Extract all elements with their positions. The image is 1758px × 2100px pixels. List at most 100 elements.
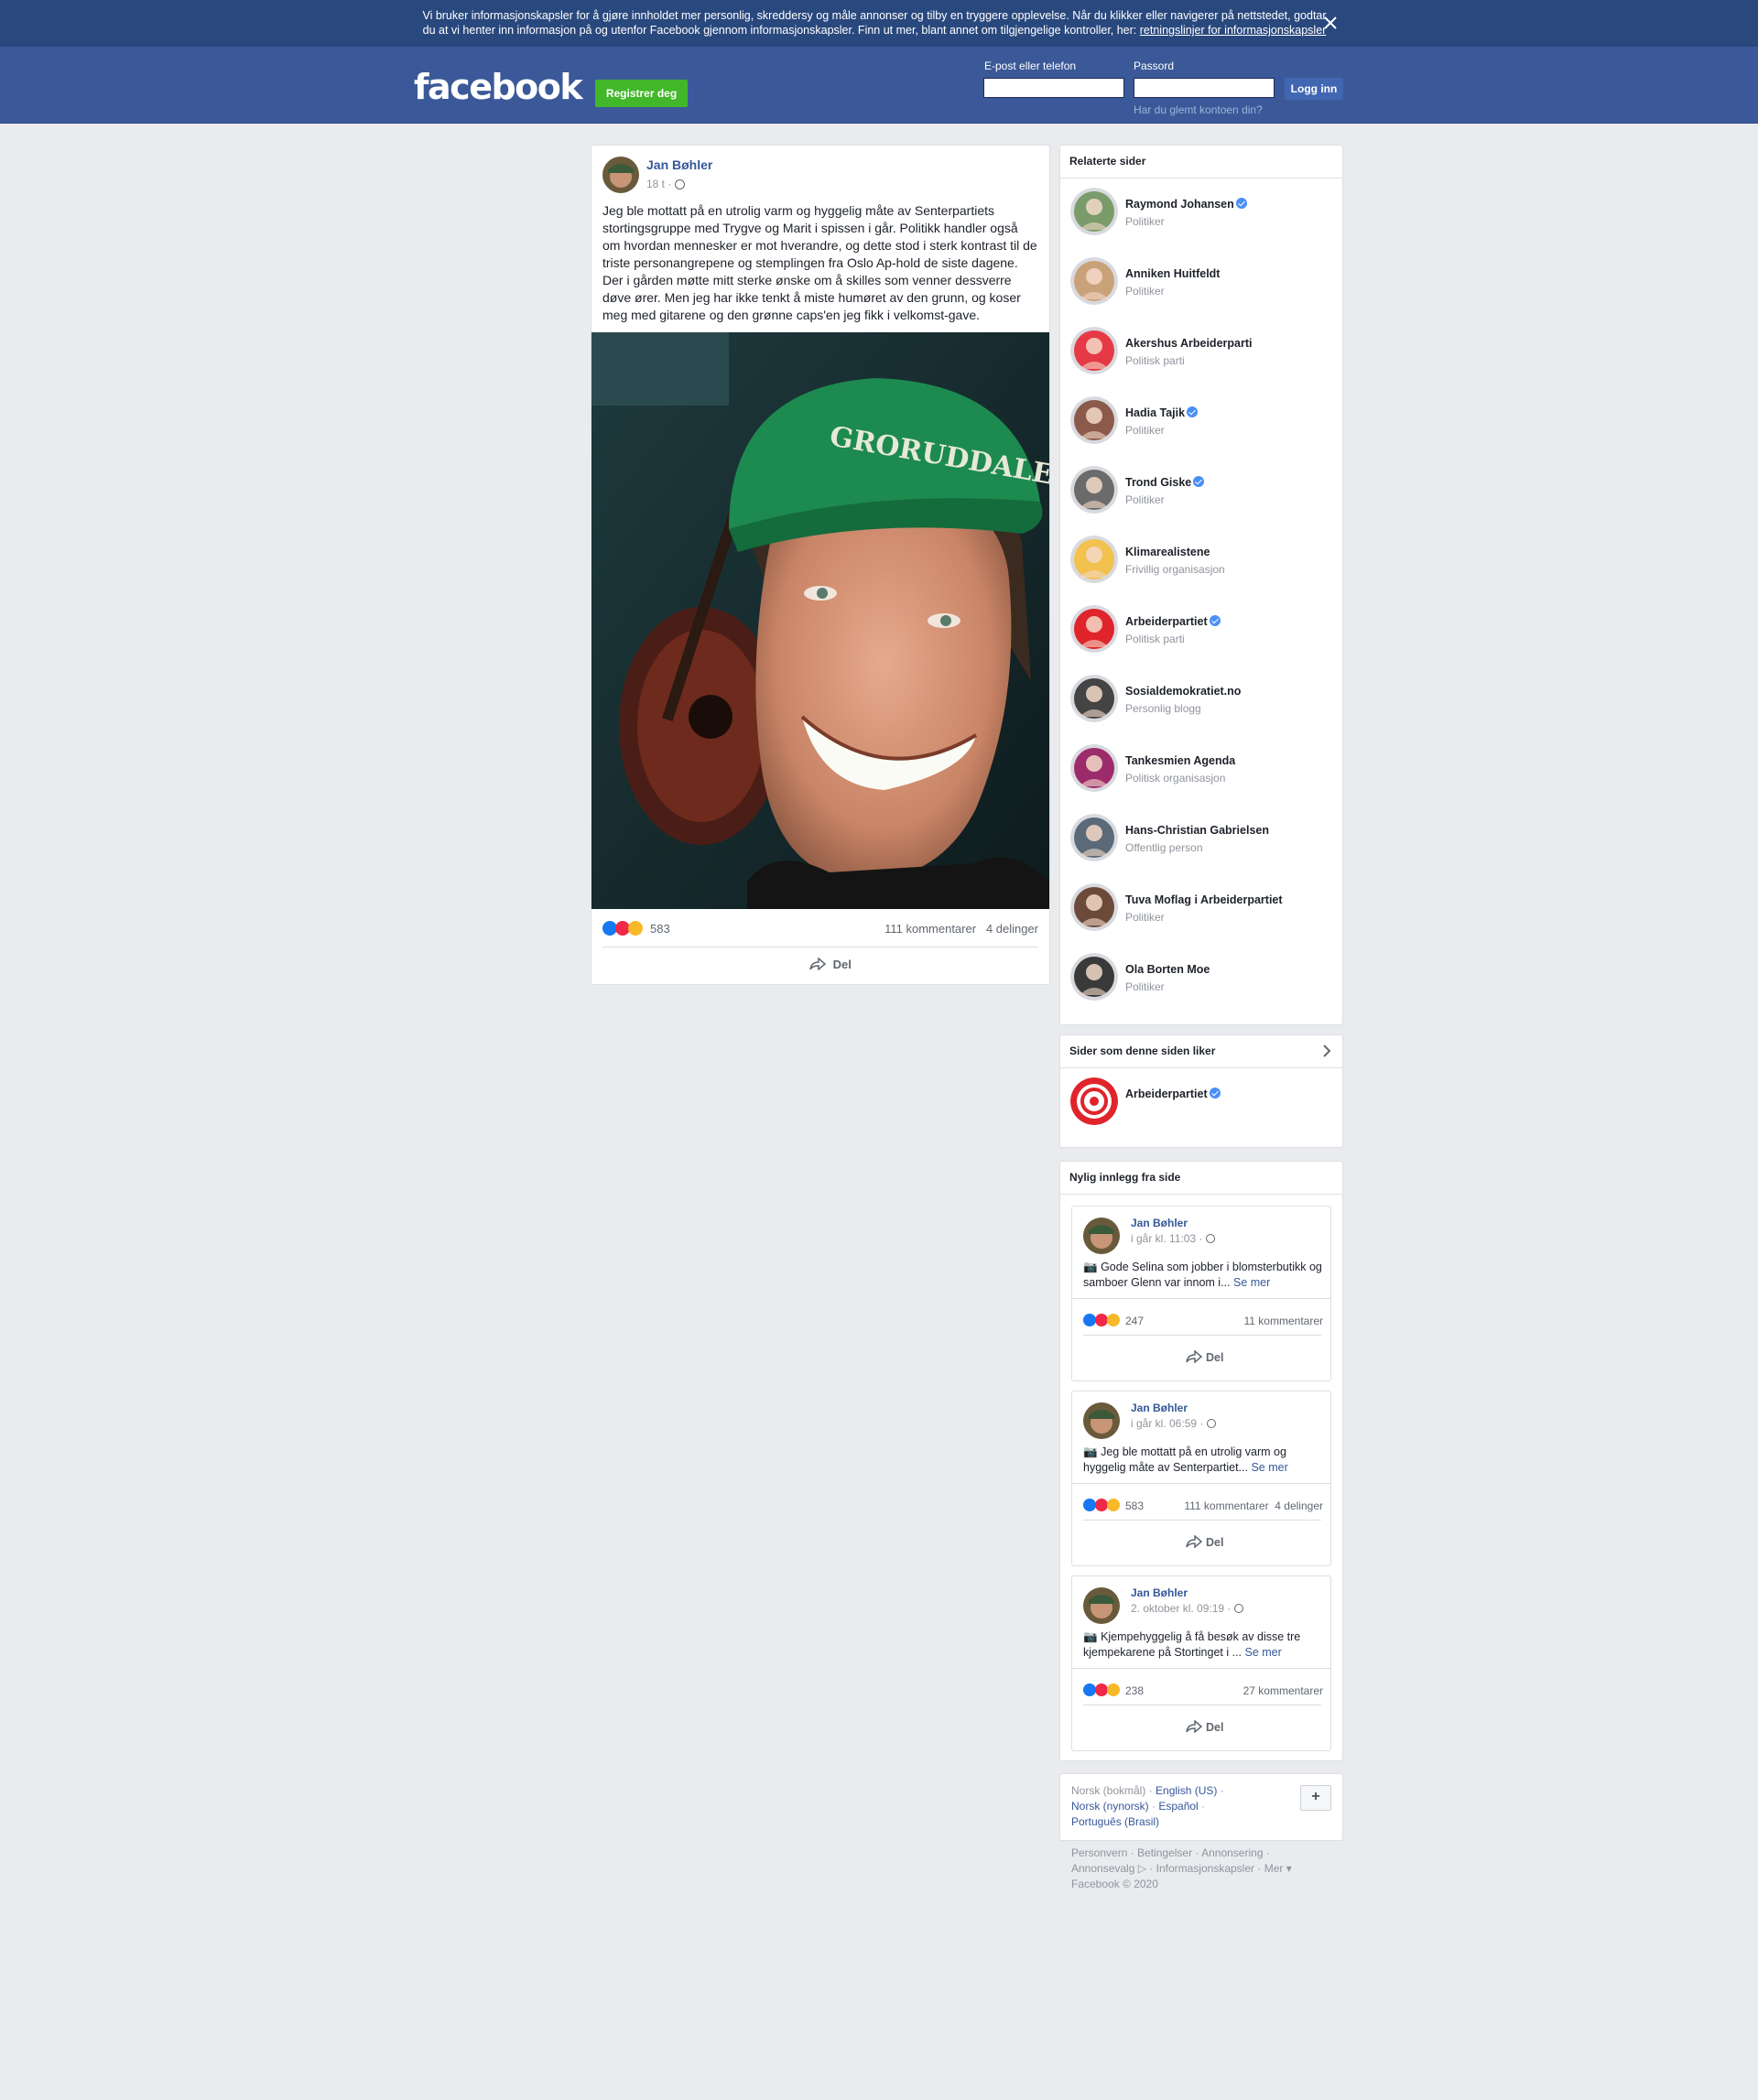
share-button[interactable]: Del — [1186, 1534, 1224, 1549]
reaction-count[interactable]: 238 — [1125, 1684, 1144, 1697]
chevron-right-icon[interactable] — [1322, 1045, 1331, 1062]
related-item[interactable]: Arbeiderpartiet Politisk parti — [1070, 605, 1336, 660]
related-item-name[interactable]: Klimarealistene — [1125, 546, 1210, 558]
comment-count[interactable]: 111 kommentarer — [1184, 1499, 1268, 1512]
related-item-name[interactable]: Hadia Tajik — [1125, 406, 1199, 419]
reaction-icons[interactable] — [1083, 1313, 1125, 1327]
login-button[interactable]: Logg inn — [1285, 78, 1343, 100]
comment-count[interactable]: 111 kommentarer — [884, 922, 976, 936]
recent-post-author[interactable]: Jan Bøhler — [1131, 1217, 1188, 1229]
related-item[interactable]: Hadia Tajik Politiker — [1070, 396, 1336, 451]
page-avatar[interactable] — [1070, 396, 1118, 444]
reaction-icons[interactable] — [1083, 1498, 1125, 1512]
related-item-name[interactable]: Tuva Moflag i Arbeiderpartiet — [1125, 893, 1283, 906]
author-avatar[interactable] — [602, 157, 639, 193]
reaction-count[interactable]: 247 — [1125, 1315, 1144, 1327]
see-more-link[interactable]: Se mer — [1233, 1276, 1270, 1289]
related-item[interactable]: Tankesmien Agenda Politisk organisasjon — [1070, 744, 1336, 799]
facebook-logo[interactable]: facebook — [414, 67, 583, 107]
footer-more[interactable]: Mer — [1264, 1862, 1284, 1875]
related-item-name[interactable]: Arbeiderpartiet — [1125, 615, 1221, 628]
page-avatar[interactable] — [1070, 536, 1118, 583]
comments-shares[interactable]: 111 kommentarer 4 delinger — [884, 922, 1038, 936]
share-button[interactable]: Del — [1186, 1349, 1223, 1364]
recent-post-author[interactable]: Jan Bøhler — [1131, 1586, 1188, 1599]
related-item[interactable]: Akershus Arbeiderparti Politisk parti — [1070, 327, 1336, 382]
page-avatar[interactable] — [1070, 953, 1118, 1001]
photo-icon: 📷 — [1083, 1261, 1098, 1273]
register-button[interactable]: Registrer deg — [595, 80, 688, 107]
footer-advertising[interactable]: Annonsering — [1201, 1846, 1263, 1859]
related-item-name-text: Akershus Arbeiderparti — [1125, 337, 1253, 350]
author-avatar[interactable] — [1083, 1402, 1120, 1439]
reaction-count[interactable]: 583 — [650, 922, 670, 936]
close-icon[interactable] — [1320, 13, 1340, 33]
liked-item-name[interactable]: Arbeiderpartiet — [1125, 1088, 1221, 1100]
related-item-name[interactable]: Anniken Huitfeldt — [1125, 267, 1220, 280]
post-author[interactable]: Jan Bøhler — [646, 157, 712, 172]
recent-reaction-row: 583 111 kommentarer 4 delinger — [1083, 1498, 1323, 1512]
footer-ad-choices[interactable]: Annonsevalg — [1071, 1862, 1134, 1875]
page-avatar[interactable] — [1070, 814, 1118, 861]
language-english[interactable]: English (US) — [1156, 1784, 1217, 1797]
page-avatar[interactable] — [1070, 883, 1118, 931]
password-field[interactable] — [1134, 78, 1275, 98]
author-avatar[interactable] — [1083, 1218, 1120, 1254]
footer-privacy[interactable]: Personvern — [1071, 1846, 1127, 1859]
related-item[interactable]: Trond Giske Politiker — [1070, 466, 1336, 521]
email-field[interactable] — [983, 78, 1124, 98]
related-pages: Relaterte sider Raymond Johansen Politike… — [1059, 145, 1343, 1025]
page-avatar[interactable] — [1070, 675, 1118, 722]
page-avatar[interactable] — [1070, 188, 1118, 235]
related-item[interactable]: Ola Borten Moe Politiker — [1070, 953, 1336, 1008]
post-photo[interactable]: GRORUDDALEN — [591, 332, 1080, 909]
main-post: Jan Bøhler 18 t · Jeg ble mottatt på en … — [591, 145, 1080, 985]
related-item-name[interactable]: Raymond Johansen — [1125, 198, 1247, 211]
liked-item-arbeiderpartiet[interactable]: Arbeiderpartiet — [1070, 1077, 1336, 1132]
footer-cookies[interactable]: Informasjonskapsler — [1156, 1862, 1254, 1875]
language-spanish[interactable]: Español — [1158, 1800, 1198, 1813]
see-more-link[interactable]: Se mer — [1251, 1461, 1287, 1474]
share-button[interactable]: Del — [1186, 1719, 1223, 1734]
related-item[interactable]: Klimarealistene Frivillig organisasjon — [1070, 536, 1336, 590]
related-item[interactable]: Anniken Huitfeldt Politiker — [1070, 257, 1336, 312]
recent-post-author[interactable]: Jan Bøhler — [1131, 1402, 1188, 1414]
page-avatar[interactable] — [1070, 605, 1118, 653]
recent-comments-shares[interactable]: 27 kommentarer — [1243, 1684, 1323, 1697]
reaction-icons[interactable] — [1083, 1683, 1125, 1697]
comment-count[interactable]: 11 kommentarer — [1244, 1315, 1323, 1327]
page-avatar[interactable] — [1070, 466, 1118, 514]
language-portuguese[interactable]: Português (Brasil) — [1071, 1815, 1159, 1828]
related-item[interactable]: Raymond Johansen Politiker — [1070, 188, 1336, 243]
author-avatar[interactable] — [1083, 1587, 1120, 1624]
footer-terms[interactable]: Betingelser — [1137, 1846, 1192, 1859]
add-language-button[interactable]: + — [1300, 1785, 1331, 1811]
share-button[interactable]: Del — [809, 957, 852, 971]
share-count[interactable]: 4 delinger — [1275, 1499, 1323, 1512]
related-item-name[interactable]: Sosialdemokratiet.no — [1125, 685, 1241, 698]
comment-count[interactable]: 27 kommentarer — [1243, 1684, 1323, 1697]
top-header: facebook Registrer deg E-post eller tele… — [0, 47, 1758, 124]
share-label: Del — [1206, 1536, 1224, 1549]
reaction-icons[interactable] — [602, 920, 646, 939]
recent-comments-shares[interactable]: 11 kommentarer — [1244, 1315, 1323, 1327]
related-item[interactable]: Tuva Moflag i Arbeiderpartiet Politiker — [1070, 883, 1336, 938]
page-avatar[interactable] — [1070, 744, 1118, 792]
reaction-count[interactable]: 583 — [1125, 1499, 1144, 1512]
related-item-name[interactable]: Tankesmien Agenda — [1125, 754, 1235, 767]
related-item-name[interactable]: Hans-Christian Gabrielsen — [1125, 824, 1269, 837]
related-item-name-text: Tankesmien Agenda — [1125, 754, 1236, 767]
see-more-link[interactable]: Se mer — [1245, 1646, 1282, 1659]
share-count[interactable]: 4 delinger — [986, 922, 1038, 936]
language-nynorsk[interactable]: Norsk (nynorsk) — [1071, 1800, 1149, 1813]
related-item-name[interactable]: Ola Borten Moe — [1125, 963, 1210, 976]
recent-comments-shares[interactable]: 111 kommentarer 4 delinger — [1184, 1499, 1323, 1512]
related-item[interactable]: Hans-Christian Gabrielsen Offentlig perso… — [1070, 814, 1336, 869]
related-item[interactable]: Sosialdemokratiet.no Personlig blogg — [1070, 675, 1336, 730]
forgot-account-link[interactable]: Har du glemt kontoen din? — [1134, 103, 1263, 116]
page-avatar[interactable] — [1070, 327, 1118, 374]
page-avatar[interactable] — [1070, 257, 1118, 305]
related-item-name[interactable]: Trond Giske — [1125, 476, 1205, 489]
cookie-policy-link[interactable]: retningslinjer for informasjonskapsler — [1140, 24, 1327, 37]
related-item-name[interactable]: Akershus Arbeiderparti — [1125, 337, 1252, 350]
